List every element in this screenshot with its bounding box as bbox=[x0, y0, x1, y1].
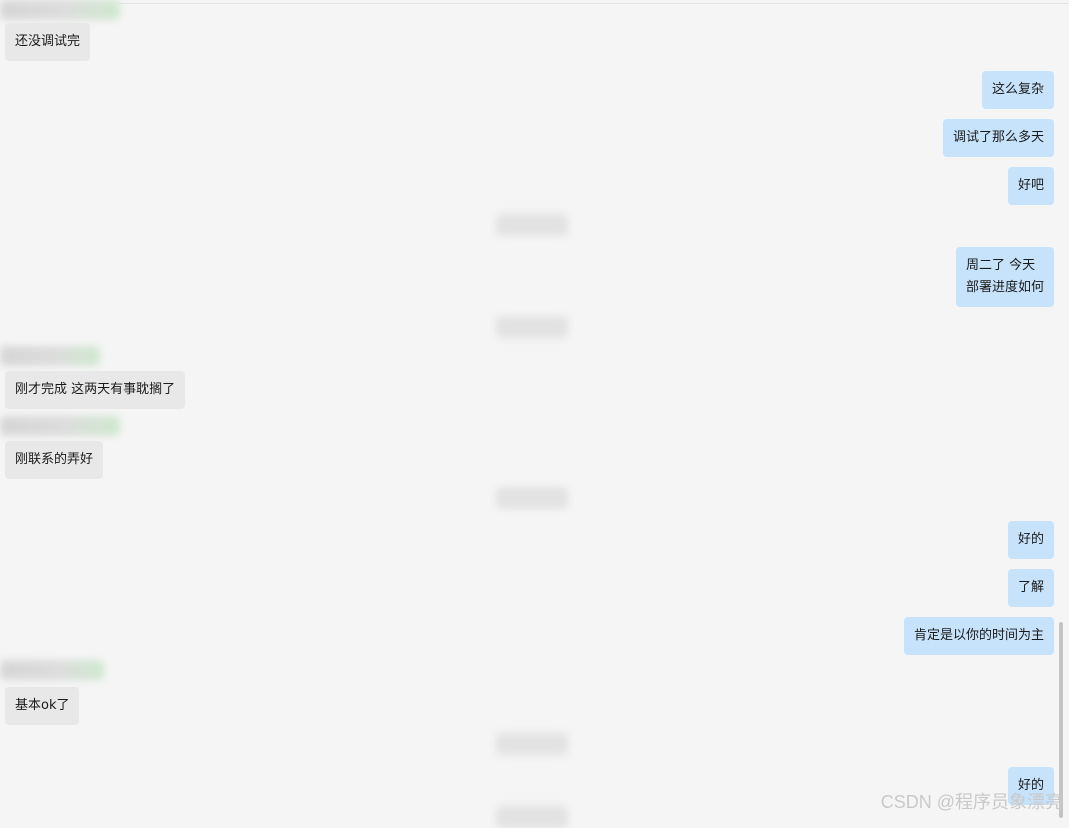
blurred-sender-name bbox=[0, 416, 120, 436]
blurred-timestamp bbox=[496, 806, 568, 828]
outgoing-message-bubble[interactable]: 肯定是以你的时间为主 bbox=[903, 617, 1054, 655]
message-text: 好的 bbox=[1017, 532, 1044, 547]
incoming-message-bubble[interactable]: 刚才完成 这两天有事耽搁了 bbox=[5, 371, 186, 409]
message-text: 基本ok了 bbox=[15, 698, 70, 713]
outgoing-message-bubble[interactable]: 周二了 今天 部署进度如何 bbox=[955, 247, 1054, 307]
message-text-line: 周二了 今天 bbox=[965, 258, 1036, 273]
message-text: 肯定是以你的时间为主 bbox=[913, 628, 1044, 643]
message-text-line: 部署进度如何 bbox=[965, 280, 1044, 295]
incoming-message-bubble[interactable]: 刚联系的弄好 bbox=[5, 441, 104, 479]
message-text: 调试了那么多天 bbox=[952, 130, 1044, 145]
message-text: 这么复杂 bbox=[991, 82, 1044, 97]
csdn-watermark: CSDN @程序员象漂亮 bbox=[880, 792, 1063, 812]
message-text: 好吧 bbox=[1017, 178, 1044, 193]
blurred-timestamp bbox=[496, 316, 568, 338]
outgoing-message-bubble[interactable]: 好吧 bbox=[1007, 167, 1054, 205]
message-text: 还没调试完 bbox=[15, 34, 81, 49]
incoming-message-bubble[interactable]: 基本ok了 bbox=[5, 687, 80, 725]
message-text: 刚才完成 这两天有事耽搁了 bbox=[15, 382, 176, 397]
blurred-sender-name bbox=[0, 346, 100, 366]
incoming-message-bubble[interactable]: 还没调试完 bbox=[5, 23, 91, 61]
blurred-sender-name bbox=[0, 0, 120, 20]
outgoing-message-bubble[interactable]: 了解 bbox=[1007, 569, 1054, 607]
blurred-timestamp bbox=[496, 733, 568, 755]
top-divider bbox=[118, 3, 1069, 4]
message-text: 刚联系的弄好 bbox=[15, 452, 94, 467]
outgoing-message-bubble[interactable]: 调试了那么多天 bbox=[942, 119, 1054, 157]
blurred-sender-name bbox=[0, 660, 104, 680]
message-text: 了解 bbox=[1017, 580, 1044, 595]
blurred-timestamp bbox=[496, 487, 568, 509]
outgoing-message-bubble[interactable]: 这么复杂 bbox=[981, 71, 1054, 109]
outgoing-message-bubble[interactable]: 好的 bbox=[1007, 521, 1054, 559]
blurred-timestamp bbox=[496, 214, 568, 236]
